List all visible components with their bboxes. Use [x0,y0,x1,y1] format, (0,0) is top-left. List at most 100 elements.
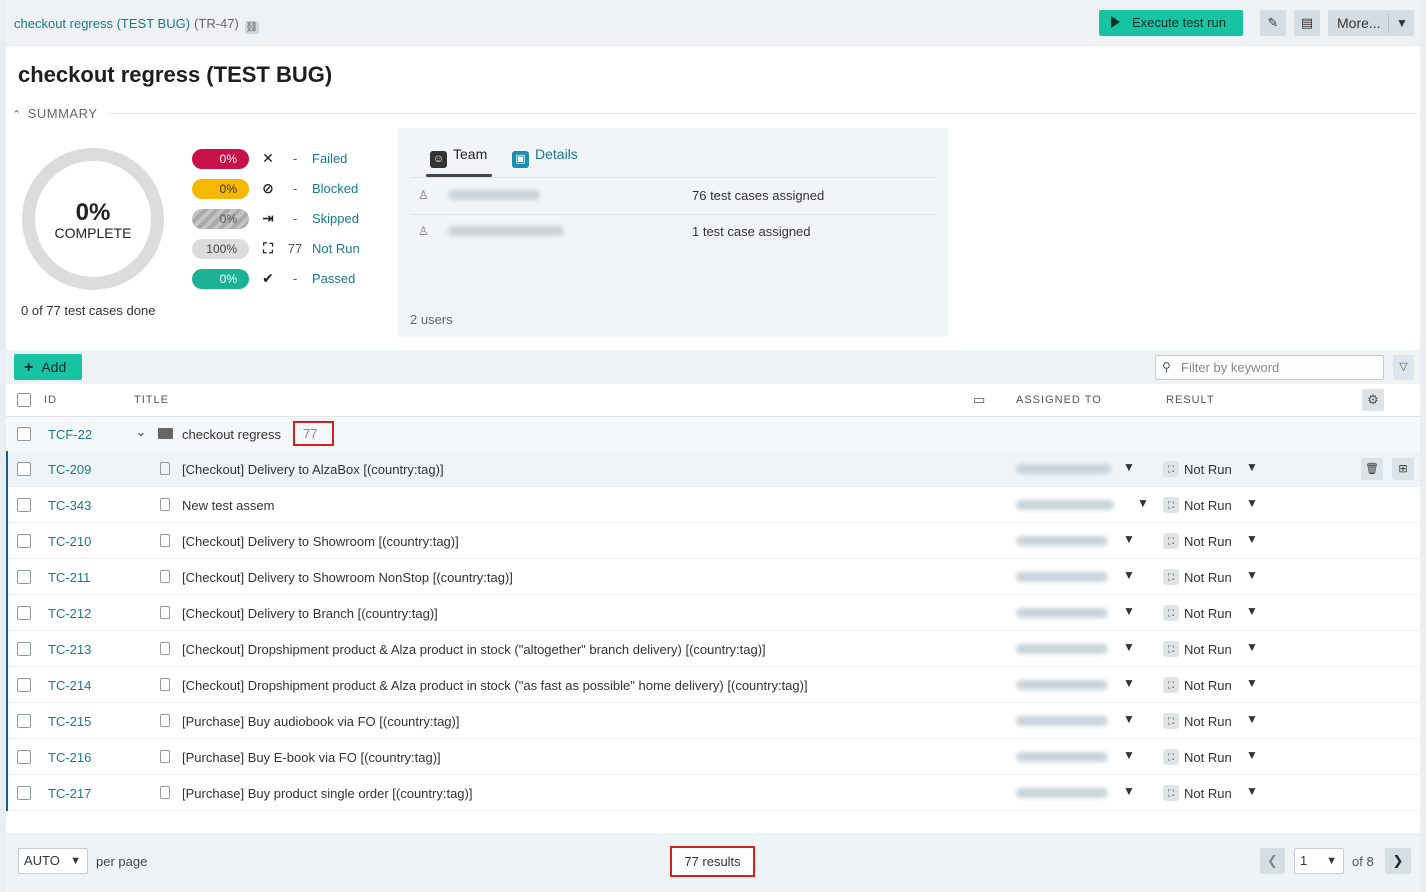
add-button[interactable]: + Add [14,354,82,380]
test-case-id[interactable]: TC-216 [48,750,91,765]
stat-label[interactable]: Failed [312,151,347,166]
stat-label[interactable]: Blocked [312,181,358,196]
test-case-title[interactable]: [Checkout] Delivery to AlzaBox [(country… [182,462,444,477]
chevron-down-icon[interactable]: ▼ [1123,748,1135,762]
folder-id[interactable]: TCF-22 [48,427,92,442]
test-case-id[interactable]: TC-211 [48,570,90,585]
column-title[interactable]: TITLE [134,394,169,406]
result-label[interactable]: Not Run [1184,750,1232,765]
tab-details[interactable]: ▣ Details [512,146,578,168]
gear-icon[interactable]: ⚙ [1362,389,1384,411]
add-result-icon[interactable]: ⊞ [1392,458,1414,480]
test-case-id[interactable]: TC-213 [48,642,91,657]
test-case-title[interactable]: [Checkout] Delivery to Branch [(country:… [182,606,438,621]
funnel-button[interactable]: ▽ [1393,355,1414,380]
trash-icon[interactable]: 🗑 [1361,458,1383,480]
page-select[interactable]: 1 ▼ [1294,848,1344,874]
chevron-down-icon[interactable]: ▼ [1123,784,1135,798]
result-label[interactable]: Not Run [1184,606,1232,621]
table-row[interactable]: TC-217 [Purchase] Buy product single ord… [6,775,1420,811]
test-case-id[interactable]: TC-210 [48,534,91,549]
row-checkbox[interactable] [17,427,31,441]
chevron-down-icon[interactable]: ▼ [1246,460,1258,474]
result-label[interactable]: Not Run [1184,642,1232,657]
folder-row[interactable]: TCF-22 ⌄ checkout regress [6,417,1420,451]
chevron-down-icon[interactable]: ▼ [1137,496,1149,510]
tab-team[interactable]: ☺ Team [430,146,487,168]
chevron-down-icon[interactable]: ▼ [1246,712,1258,726]
chevron-right-icon[interactable]: ❯ [1385,848,1411,874]
test-case-id[interactable]: TC-215 [48,714,91,729]
test-case-title[interactable]: [Checkout] Delivery to Showroom [(countr… [182,534,459,549]
chevron-down-icon[interactable]: ⌄ [136,425,146,439]
chevron-down-icon[interactable]: ▼ [1123,568,1135,582]
chevron-down-icon[interactable]: ▼ [1246,748,1258,762]
chevron-down-icon[interactable]: ▼ [1123,604,1135,618]
test-case-id[interactable]: TC-212 [48,606,91,621]
row-checkbox[interactable] [17,534,31,548]
edit-button[interactable]: ✎ [1260,10,1286,36]
test-case-title[interactable]: [Purchase] Buy E-book via FO [(country:t… [182,750,441,765]
chevron-left-icon[interactable]: ❮ [1260,848,1285,874]
row-checkbox[interactable] [17,750,31,764]
result-label[interactable]: Not Run [1184,714,1232,729]
chevron-down-icon[interactable]: ▼ [1123,712,1135,726]
row-checkbox[interactable] [17,570,31,584]
result-label[interactable]: Not Run [1184,786,1232,801]
breadcrumb-link[interactable]: checkout regress (TEST BUG) [14,16,190,31]
table-row[interactable]: TC-211 [Checkout] Delivery to Showroom N… [6,559,1420,595]
table-row[interactable]: TC-215 [Purchase] Buy audiobook via FO [… [6,703,1420,739]
chevron-down-icon[interactable]: ▼ [1246,676,1258,690]
stat-label[interactable]: Not Run [312,241,360,256]
test-case-title[interactable]: New test assem [182,498,274,513]
chevron-down-icon[interactable]: ▼ [1123,460,1135,474]
chevron-down-icon[interactable]: ▼ [1246,532,1258,546]
result-label[interactable]: Not Run [1184,498,1232,513]
select-all-checkbox[interactable] [17,393,31,407]
table-row[interactable]: TC-209 [Checkout] Delivery to AlzaBox [(… [6,451,1420,487]
row-checkbox[interactable] [17,786,31,800]
chevron-down-icon[interactable]: ▼ [1246,640,1258,654]
chevron-down-icon[interactable]: ▼ [1246,568,1258,582]
summary-toggle[interactable]: ⌃ SUMMARY [12,106,1418,121]
test-case-title[interactable]: [Checkout] Delivery to Showroom NonStop … [182,570,513,585]
test-case-title[interactable]: [Checkout] Dropshipment product & Alza p… [182,642,766,657]
test-case-id[interactable]: TC-217 [48,786,91,801]
test-case-title[interactable]: [Purchase] Buy product single order [(co… [182,786,472,801]
test-case-title[interactable]: [Checkout] Dropshipment product & Alza p… [182,678,808,693]
table-row[interactable]: TC-212 [Checkout] Delivery to Branch [(c… [6,595,1420,631]
table-row[interactable]: TC-216 [Purchase] Buy E-book via FO [(co… [6,739,1420,775]
result-label[interactable]: Not Run [1184,678,1232,693]
table-row[interactable]: TC-210 [Checkout] Delivery to Showroom [… [6,523,1420,559]
link-icon[interactable]: ⛓ [244,21,259,34]
column-id[interactable]: ID [44,394,57,406]
stat-label[interactable]: Passed [312,271,355,286]
column-result[interactable]: RESULT [1166,394,1215,406]
row-checkbox[interactable] [17,642,31,656]
row-checkbox[interactable] [17,606,31,620]
chevron-down-icon[interactable]: ▼ [1123,532,1135,546]
chevron-down-icon[interactable]: ▼ [1396,10,1408,36]
export-button[interactable]: ▤ [1294,10,1320,36]
chevron-down-icon[interactable]: ▼ [1246,496,1258,510]
chevron-down-icon[interactable]: ▼ [1246,784,1258,798]
chevron-down-icon[interactable]: ▼ [1246,604,1258,618]
chevron-down-icon[interactable]: ▼ [1123,676,1135,690]
column-assigned[interactable]: ASSIGNED TO [1016,394,1102,406]
per-page-select[interactable]: AUTO ▼ [18,848,88,874]
table-row[interactable]: TC-214 [Checkout] Dropshipment product &… [6,667,1420,703]
test-case-id[interactable]: TC-209 [48,462,91,477]
chevron-down-icon[interactable]: ▼ [1123,640,1135,654]
test-case-id[interactable]: TC-343 [48,498,91,513]
row-checkbox[interactable] [17,462,31,476]
result-label[interactable]: Not Run [1184,534,1232,549]
execute-test-run-button[interactable]: Execute test run [1099,10,1243,36]
table-row[interactable]: TC-213 [Checkout] Dropshipment product &… [6,631,1420,667]
more-button[interactable]: More... ▼ [1328,10,1414,36]
filter-input[interactable]: ⚲ Filter by keyword [1155,355,1384,380]
result-label[interactable]: Not Run [1184,462,1232,477]
test-case-id[interactable]: TC-214 [48,678,91,693]
table-row[interactable]: TC-343 New test assem ▼ ⛶ Not Run ▼ [6,487,1420,523]
row-checkbox[interactable] [17,498,31,512]
stat-label[interactable]: Skipped [312,211,359,226]
